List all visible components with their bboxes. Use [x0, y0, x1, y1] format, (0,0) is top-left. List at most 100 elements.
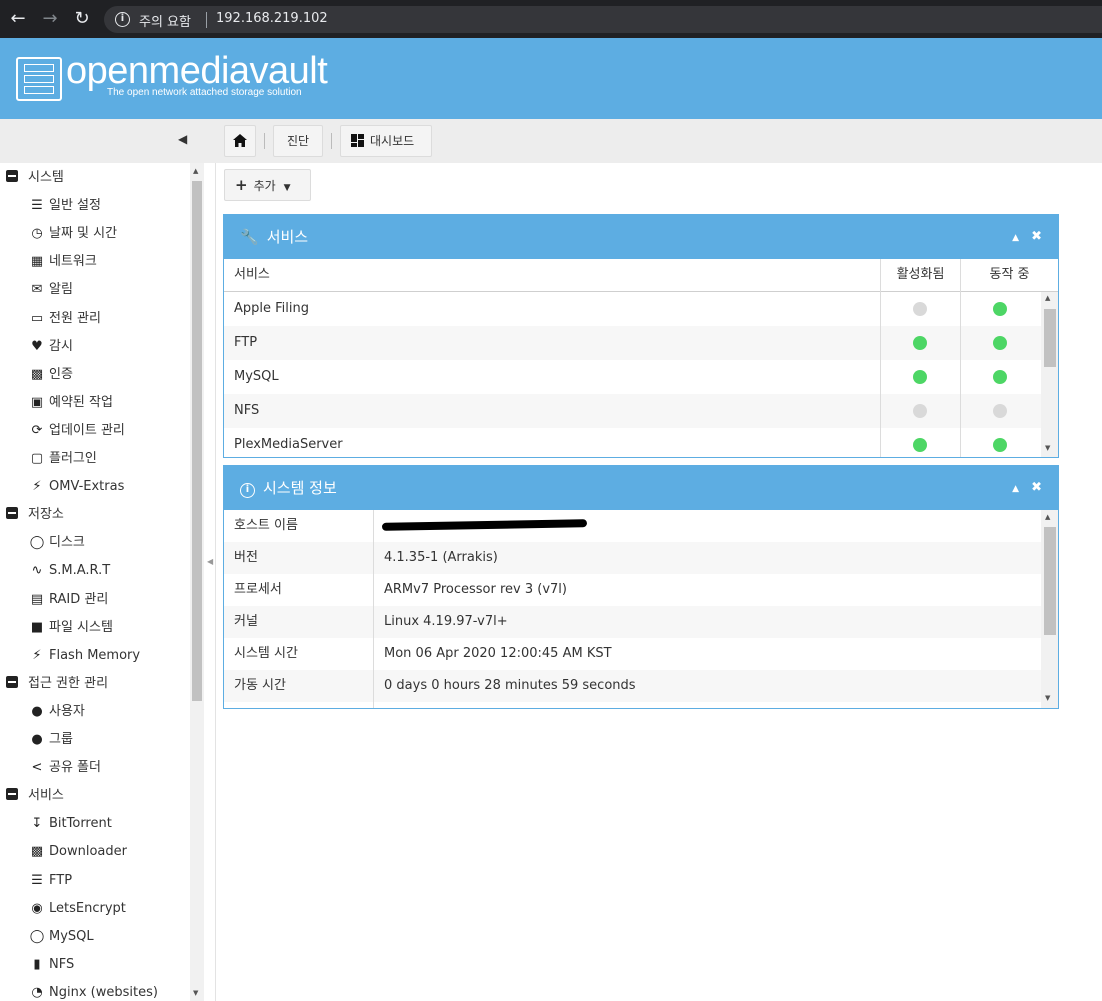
sidebar-item-label: 알림 [49, 282, 73, 298]
url-text[interactable]: 192.168.219.102 [216, 11, 328, 26]
sidebar-item[interactable]: ⟳ 업데이트 관리 [28, 421, 125, 441]
download-box-icon: ▩ [30, 844, 44, 860]
sidebar-category[interactable]: 저장소 [6, 505, 64, 525]
sidebar-item[interactable]: ✉ 알림 [28, 280, 73, 300]
system-info-scrollbar[interactable]: ▲ ▼ [1041, 510, 1058, 708]
sidebar-category[interactable]: 서비스 [6, 786, 64, 806]
service-row[interactable]: NFS [224, 394, 1042, 428]
column-header-running[interactable]: 동작 중 [960, 259, 1058, 292]
sidebar-item[interactable]: ♥ 감시 [28, 337, 73, 357]
sidebar-item-label: Downloader [49, 844, 127, 860]
puzzle-icon: ▢ [30, 451, 44, 466]
service-name: Apple Filing [234, 301, 309, 316]
sidebar-item[interactable]: ▣ 예약된 작업 [28, 393, 113, 413]
sidebar-item[interactable]: < 공유 폴더 [28, 758, 101, 778]
scroll-up-icon[interactable]: ▲ [1045, 513, 1050, 521]
sidebar-splitter[interactable]: ◀ [205, 163, 216, 1001]
close-panel-icon[interactable]: ✖ [1031, 480, 1042, 495]
sidebar-item[interactable]: ◷ 날짜 및 시간 [28, 224, 117, 244]
home-button[interactable] [224, 125, 256, 157]
sidebar-item[interactable]: ▩ Downloader [28, 842, 127, 862]
collapse-panel-icon[interactable]: ▲ [1012, 484, 1019, 494]
running-status-icon [993, 336, 1007, 350]
system-info-row: 가동 시간 0 days 0 hours 28 minutes 59 second… [224, 670, 1042, 702]
sidebar-item[interactable]: ◯ 디스크 [28, 533, 85, 553]
sidebar-scrollbar[interactable]: ▲ ▼ [190, 163, 204, 1001]
collapse-arrow-icon[interactable]: ◀ [207, 557, 213, 566]
collapse-category-icon[interactable] [6, 170, 18, 182]
services-panel-header: 🔧 서비스 ▲ ✖ [224, 215, 1058, 259]
system-info-label: 프로세서 [234, 582, 282, 597]
logo-subtitle: The open network attached storage soluti… [107, 87, 302, 98]
system-info-scroll-thumb[interactable] [1044, 527, 1056, 635]
sidebar-item[interactable]: ■ 파일 시스템 [28, 618, 113, 638]
sidebar-item[interactable]: ▩ 인증 [28, 365, 73, 385]
sidebar-category[interactable]: 시스템 [6, 168, 64, 188]
sidebar-item[interactable]: ▢ 플러그인 [28, 449, 97, 469]
service-row[interactable]: FTP [224, 326, 1042, 360]
sidebar-scroll-thumb[interactable] [192, 181, 202, 701]
sidebar-item-label: 인증 [49, 366, 73, 382]
sidebar-item[interactable]: ⚡ Flash Memory [28, 646, 140, 666]
sidebar-item[interactable]: ◉ LetsEncrypt [28, 899, 126, 919]
column-header-enabled[interactable]: 활성화됨 [880, 259, 960, 292]
collapse-category-icon[interactable] [6, 675, 18, 688]
forward-icon[interactable]: → [40, 9, 60, 29]
back-icon[interactable]: ← [8, 9, 28, 29]
scroll-down-icon[interactable]: ▼ [1045, 694, 1050, 702]
close-panel-icon[interactable]: ✖ [1031, 229, 1042, 244]
info-icon[interactable]: i [115, 12, 130, 27]
share-icon: < [31, 760, 43, 776]
service-row[interactable]: MySQL [224, 360, 1042, 394]
sidebar-category-label: 서비스 [28, 788, 64, 804]
sidebar-item-label: Nginx (websites) [49, 984, 158, 1000]
services-scroll-thumb[interactable] [1044, 309, 1056, 367]
system-info-label: 버전 [234, 550, 258, 565]
sidebar-item[interactable]: ▭ 전원 관리 [28, 309, 101, 329]
sidebar-item[interactable]: ↧ BitTorrent [28, 814, 112, 834]
plug-icon: ⚡ [32, 479, 42, 495]
sidebar-item[interactable]: ● 사용자 [28, 702, 85, 722]
sidebar-item[interactable]: ☰ 일반 설정 [28, 196, 101, 216]
reload-icon[interactable]: ↻ [72, 9, 92, 29]
service-row[interactable]: Apple Filing [224, 292, 1042, 326]
add-widget-button[interactable]: + 추가 ▼ [224, 169, 311, 201]
sidebar-item[interactable]: ▤ RAID 관리 [28, 590, 108, 610]
sidebar-category-label: 저장소 [28, 507, 64, 523]
home-icon [233, 134, 247, 147]
collapse-category-icon[interactable] [6, 788, 18, 801]
services-scrollbar[interactable]: ▲ ▼ [1041, 292, 1058, 457]
info-circle-icon: i [240, 483, 255, 498]
sidebar-item[interactable]: ◯ MySQL [28, 927, 94, 947]
system-info-label: 커널 [234, 614, 258, 629]
dashboard-button[interactable]: 대시보드 [340, 125, 432, 157]
sidebar-item[interactable]: ☰ FTP [28, 871, 72, 891]
sidebar-item[interactable]: ◔ Nginx (websites) [28, 983, 158, 1001]
divider [264, 133, 265, 149]
sidebar-category-label: 시스템 [28, 170, 64, 185]
diagnostics-button[interactable]: 진단 [273, 125, 323, 157]
scroll-down-icon[interactable]: ▼ [1045, 444, 1050, 452]
wrench-icon: 🔧 [240, 228, 259, 246]
scroll-up-icon[interactable]: ▲ [193, 167, 198, 175]
database-icon: ▤ [30, 591, 44, 607]
sidebar-category[interactable]: 접근 권한 관리 [6, 674, 108, 694]
collapse-panel-icon[interactable]: ▲ [1012, 233, 1019, 243]
sidebar-item[interactable]: ⚡ OMV-Extras [28, 477, 124, 497]
sidebar-item-label: 전원 관리 [49, 310, 101, 326]
service-row[interactable]: PlexMediaServer [224, 428, 1042, 457]
server-icon: ☰ [31, 872, 43, 888]
dashboard-label: 대시보드 [370, 134, 415, 148]
sidebar-item[interactable]: ∿ S.M.A.R.T [28, 561, 111, 581]
sidebar-item[interactable]: ▦ 네트워크 [28, 252, 97, 272]
scroll-down-icon[interactable]: ▼ [193, 989, 198, 997]
toolbar: ◀ 진단 대시보드 [0, 119, 1102, 163]
collapse-category-icon[interactable] [6, 507, 18, 520]
collapse-sidebar-icon[interactable]: ◀ [178, 132, 187, 146]
sidebar-item-label: 업데이트 관리 [49, 422, 125, 438]
sidebar-item[interactable]: ▮ NFS [28, 955, 74, 975]
sidebar-item[interactable]: ● 그룹 [28, 730, 73, 750]
address-bar[interactable]: i 주의 요함 192.168.219.102 [104, 6, 1102, 33]
column-header-service[interactable]: 서비스 [234, 259, 270, 291]
scroll-up-icon[interactable]: ▲ [1045, 294, 1050, 302]
